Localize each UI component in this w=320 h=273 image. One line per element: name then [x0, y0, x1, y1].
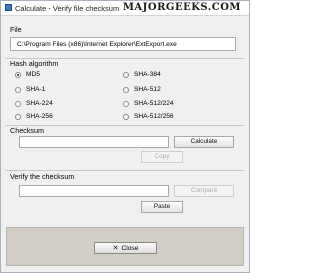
verify-label: Verify the checksum [10, 172, 75, 181]
radio-label: SHA-384 [134, 71, 161, 78]
radio-label: SHA-512/256 [134, 113, 174, 120]
radio-md5[interactable]: MD5 [15, 71, 40, 78]
close-label: Close [121, 244, 139, 252]
radio-button[interactable] [123, 71, 129, 78]
radio-sha512-224[interactable]: SHA-512/224 [123, 100, 174, 107]
radio-sha1[interactable]: SHA-1 [15, 86, 45, 93]
app-window: Calculate - Verify file checksum MAJORGE… [0, 0, 250, 273]
verify-divider [6, 170, 244, 171]
close-button[interactable]: ✕ Close [94, 242, 157, 254]
verify-checksum-field[interactable] [19, 185, 169, 197]
paste-button[interactable]: Paste [141, 201, 183, 213]
radio-button-selected[interactable] [15, 71, 21, 78]
checksum-field[interactable] [19, 136, 169, 148]
file-path-field[interactable]: C:\Program Files (x86)\Internet Explorer… [10, 37, 236, 51]
radio-label: SHA-512/224 [134, 100, 174, 107]
radio-label: SHA-224 [26, 100, 53, 107]
radio-label: MD5 [26, 71, 40, 78]
radio-label: SHA-1 [26, 86, 46, 93]
compare-button[interactable]: Compare [174, 185, 234, 197]
radio-button[interactable] [15, 86, 21, 93]
radio-label: SHA-512 [134, 86, 161, 93]
radio-button[interactable] [123, 86, 129, 93]
radio-sha384[interactable]: SHA-384 [123, 71, 161, 78]
file-label: File [10, 25, 22, 34]
footer-panel: ✕ Close [6, 227, 244, 266]
radio-button[interactable] [15, 100, 21, 107]
checksum-label: Checksum [10, 126, 44, 135]
radio-button[interactable] [15, 113, 21, 120]
radio-sha512-256[interactable]: SHA-512/256 [123, 113, 174, 120]
window-title: Calculate - Verify file checksum [15, 4, 120, 13]
app-icon [5, 4, 12, 11]
radio-sha224[interactable]: SHA-224 [15, 100, 53, 107]
copy-button[interactable]: Copy [141, 151, 183, 163]
calculate-button[interactable]: Calculate [174, 136, 234, 148]
radio-sha256[interactable]: SHA-256 [15, 113, 53, 120]
title-bar: Calculate - Verify file checksum MAJORGE… [1, 1, 249, 16]
hash-algorithm-label: Hash algorithm [10, 59, 59, 68]
radio-sha512[interactable]: SHA-512 [123, 86, 161, 93]
watermark-logo: MAJORGEEKS.COM [122, 2, 241, 13]
radio-button[interactable] [123, 113, 129, 120]
radio-button[interactable] [123, 100, 129, 107]
close-icon: ✕ [112, 244, 119, 252]
radio-label: SHA-256 [26, 113, 53, 120]
